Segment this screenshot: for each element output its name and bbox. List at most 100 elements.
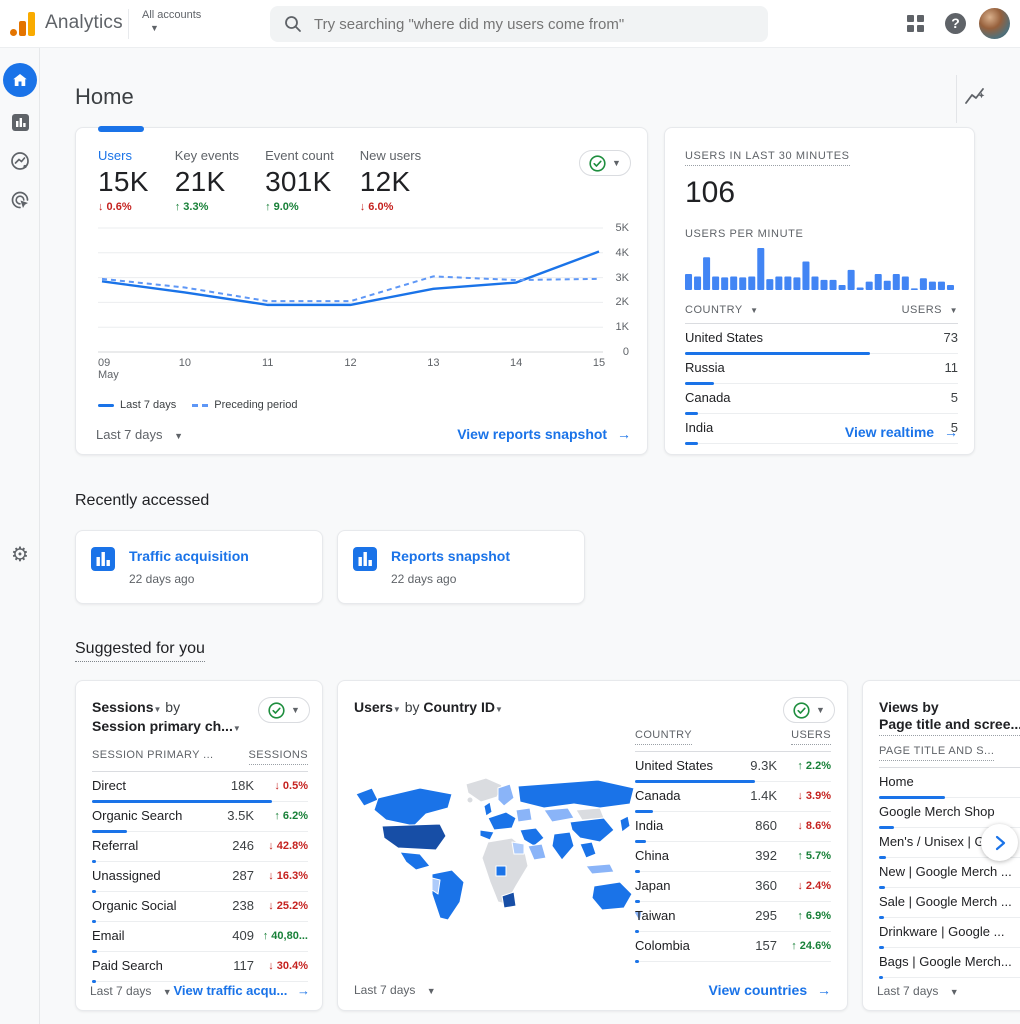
metric-new-users[interactable]: New users 12K ↓ 6.0% [360, 148, 421, 213]
row-label: Email [92, 928, 125, 943]
session-channel-row[interactable]: Organic Social 238 ↓ 25.2% [92, 892, 308, 923]
user-avatar[interactable] [979, 8, 1010, 39]
sidebar-item-admin[interactable]: ⚙ [2, 536, 38, 572]
search-bar[interactable] [270, 6, 768, 42]
sort-caret-icon: ▼ [750, 306, 759, 315]
chevron-down-icon: ▼ [494, 705, 503, 714]
page-title-row[interactable]: Sale | Google Merch ... [879, 888, 1020, 919]
row-delta: ↓ 2.4% [797, 879, 831, 892]
page-title-row[interactable]: New | Google Merch ... [879, 858, 1020, 889]
country-row[interactable]: Canada 1.4K ↓ 3.9% [635, 782, 831, 813]
topbar-divider [128, 9, 129, 39]
users-column-header[interactable]: USERS ▼ [902, 304, 958, 316]
view-reports-snapshot-link[interactable]: View reports snapshot → [457, 426, 631, 442]
page-title-row[interactable]: Drinkware | Google ... [879, 918, 1020, 949]
legend-label: Preceding period [214, 399, 298, 411]
session-channel-row[interactable]: Email 409 ↑ 40,80... [92, 922, 308, 953]
metric-status-selector[interactable]: ▼ [783, 697, 835, 723]
sidebar-item-advertising[interactable] [2, 182, 38, 218]
bar-chart-icon [11, 113, 29, 131]
metric-column-header[interactable]: SESSIONS [248, 749, 308, 765]
row-bar [879, 946, 884, 949]
metric-value: 15K [98, 166, 149, 197]
session-channel-row[interactable]: Unassigned 287 ↓ 16.3% [92, 862, 308, 893]
dimension-column-header[interactable]: SESSION PRIMARY ... [92, 749, 214, 765]
session-channel-row[interactable]: Organic Search 3.5K ↑ 6.2% [92, 802, 308, 833]
view-traffic-acquisition-link[interactable]: View traffic acqu... → [173, 983, 310, 998]
row-label: Bags | Google Merch... [879, 954, 1012, 969]
date-range-selector[interactable]: Last 7 days ▼ [90, 984, 172, 998]
views-card-title[interactable]: Views by Page title and scree... [879, 699, 1020, 736]
logo-bar-medium [19, 21, 26, 36]
check-circle-icon [268, 701, 285, 719]
realtime-country-row[interactable]: Russia 11 [685, 354, 958, 385]
metric-status-selector[interactable]: ▼ [258, 697, 310, 723]
carousel-next-button[interactable] [981, 824, 1018, 861]
chevron-down-icon: ▼ [392, 705, 401, 714]
country-row[interactable]: Japan 360 ↓ 2.4% [635, 872, 831, 903]
users-column-header[interactable]: USERS [791, 729, 831, 745]
session-channel-row[interactable]: Paid Search 117 ↓ 30.4% [92, 952, 308, 983]
x-tick-label: 13 [427, 357, 440, 369]
left-nav-sidebar: ⚙ [0, 48, 40, 1024]
recent-card-reports-snapshot[interactable]: Reports snapshot 22 days ago [337, 530, 585, 604]
row-bar [92, 860, 96, 863]
date-range-selector[interactable]: Last 7 days ▼ [354, 983, 436, 997]
country-row[interactable]: Taiwan 295 ↑ 6.9% [635, 902, 831, 933]
page-title-column-header[interactable]: PAGE TITLE AND S... [879, 745, 995, 761]
row-bar [879, 796, 945, 799]
session-channel-row[interactable]: Direct 18K ↓ 0.5% [92, 772, 308, 803]
metric-delta: ↑ 9.0% [265, 201, 299, 213]
metric-users[interactable]: Users 15K ↓ 0.6% [98, 148, 149, 213]
country-row[interactable]: India 860 ↓ 8.6% [635, 812, 831, 843]
apps-grid-icon[interactable] [907, 15, 924, 32]
date-range-selector[interactable]: Last 7 days ▼ [96, 427, 183, 442]
date-range-selector[interactable]: Last 7 days ▼ [877, 984, 959, 998]
legend-item: Last 7 days [98, 399, 176, 411]
legend-label: Last 7 days [120, 399, 177, 411]
country-row[interactable]: Colombia 157 ↑ 24.6% [635, 932, 831, 963]
view-realtime-link[interactable]: View realtime → [845, 424, 958, 440]
insights-icon[interactable] [963, 84, 989, 110]
sidebar-item-reports[interactable] [2, 104, 38, 140]
legend-item: Preceding period [192, 399, 297, 411]
metric-label: New users [359, 148, 422, 163]
chevron-down-icon: ▼ [426, 986, 436, 996]
recently-accessed-title: Recently accessed [75, 492, 210, 509]
recent-card-traffic-acquisition[interactable]: Traffic acquisition 22 days ago [75, 530, 323, 604]
row-label: Referral [92, 838, 139, 853]
map-card-title[interactable]: Users▼ by Country ID▼ [354, 699, 833, 718]
help-icon[interactable]: ? [945, 13, 966, 34]
metric-value: 301K [265, 166, 332, 197]
view-countries-link[interactable]: View countries → [709, 982, 831, 998]
country-row[interactable]: China 392 ↑ 5.7% [635, 842, 831, 873]
row-label: Canada [635, 788, 681, 803]
realtime-title: USERS IN LAST 30 MINUTES [685, 150, 850, 166]
page-title-row[interactable]: Home [879, 768, 1020, 799]
country-row[interactable]: United States 9.3K ↑ 2.2% [635, 752, 831, 783]
sidebar-item-explore[interactable] [2, 143, 38, 179]
realtime-card: USERS IN LAST 30 MINUTES 106 USERS PER M… [664, 127, 975, 455]
account-selector[interactable]: All accounts ▼ [142, 9, 201, 33]
metric-event-count[interactable]: Event count 301K ↑ 9.0% [265, 148, 334, 213]
row-bar [879, 886, 885, 889]
analytics-logo-icon[interactable] [10, 10, 36, 36]
logo-dot [10, 29, 17, 36]
session-channel-row[interactable]: Referral 246 ↓ 42.8% [92, 832, 308, 863]
metric-status-selector[interactable]: ▼ [579, 150, 631, 176]
row-label: New | Google Merch ... [879, 864, 1012, 879]
search-input[interactable] [314, 15, 734, 33]
country-column-header[interactable]: COUNTRY ▼ [685, 304, 758, 316]
logo-bar-tall [28, 12, 35, 36]
country-column-header[interactable]: COUNTRY [635, 729, 692, 745]
metric-key-events[interactable]: Key events 21K ↑ 3.3% [175, 148, 239, 213]
gear-icon: ⚙ [11, 543, 29, 566]
realtime-country-row[interactable]: Canada 5 [685, 384, 958, 415]
realtime-country-row[interactable]: United States 73 [685, 324, 958, 355]
line-chart-canvas [98, 227, 603, 353]
users-by-country-card: Users▼ by Country ID▼ COUNTRY USERS Unit… [337, 680, 848, 1011]
date-range-label: Last 7 days [96, 426, 163, 442]
page-title-row[interactable]: Bags | Google Merch... [879, 948, 1020, 979]
row-value: 392 [755, 848, 777, 863]
sidebar-item-home[interactable] [2, 62, 38, 98]
